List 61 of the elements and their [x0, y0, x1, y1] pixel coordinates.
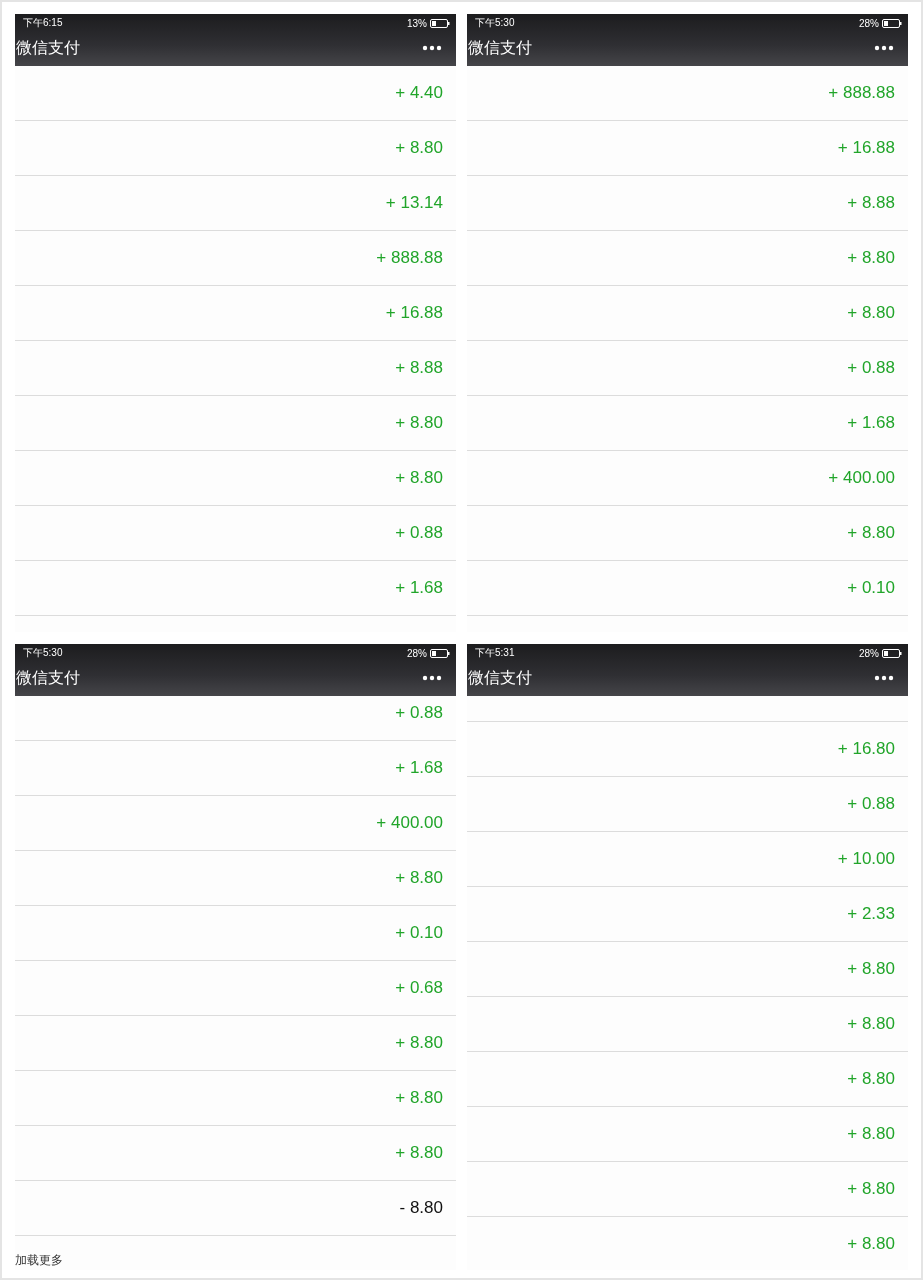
more-icon[interactable]	[874, 675, 894, 681]
more-icon[interactable]	[422, 675, 442, 681]
transaction-amount: + 8.80	[847, 959, 895, 979]
load-more-link[interactable]: 加载更多	[15, 1253, 63, 1267]
transaction-amount: + 400.00	[376, 813, 443, 833]
transaction-amount: + 0.10	[847, 578, 895, 598]
transaction-amount: + 400.00	[828, 468, 895, 488]
page-title: 微信支付	[468, 667, 532, 688]
transaction-amount: + 8.80	[395, 868, 443, 888]
transaction-amount: + 16.88	[837, 138, 895, 158]
transaction-amount: + 16.88	[385, 303, 443, 323]
transaction-amount: + 8.80	[847, 523, 895, 543]
battery-icon	[882, 18, 902, 28]
transaction-amount: + 13.14	[385, 193, 443, 213]
page-title: 微信支付	[16, 667, 80, 688]
page-title: 微信支付	[16, 37, 80, 58]
transaction-amount: + 1.68	[847, 413, 895, 433]
transaction-amount: + 8.88	[847, 193, 895, 213]
transaction-amount: + 1.68	[395, 578, 443, 598]
transaction-amount: + 8.80	[847, 303, 895, 323]
battery-icon	[430, 18, 450, 28]
status-time: 下午6:15	[23, 16, 63, 30]
status-time: 下午5:30	[23, 646, 63, 660]
transaction-amount: + 8.80	[847, 1234, 895, 1254]
transaction-amount: + 0.88	[847, 358, 895, 378]
transaction-amount: + 888.88	[828, 83, 895, 103]
more-icon[interactable]	[874, 45, 894, 51]
transaction-amount: + 16.80	[837, 739, 895, 759]
battery-icon	[430, 648, 450, 658]
transaction-amount: + 8.80	[395, 138, 443, 158]
battery-percent: 13%	[407, 17, 427, 29]
battery-percent: 28%	[407, 647, 427, 659]
more-icon[interactable]	[422, 45, 442, 51]
transaction-amount: + 8.80	[847, 248, 895, 268]
page-title: 微信支付	[468, 37, 532, 58]
transaction-amount: + 2.33	[847, 904, 895, 924]
battery-percent: 28%	[859, 17, 879, 29]
transaction-amount: + 8.80	[395, 1033, 443, 1053]
transaction-amount: + 8.80	[395, 1088, 443, 1108]
status-time: 下午5:31	[475, 646, 515, 660]
transaction-amount: + 8.80	[395, 413, 443, 433]
transaction-amount: - 8.80	[399, 1198, 443, 1218]
battery-icon	[882, 648, 902, 658]
transaction-amount: + 0.68	[395, 978, 443, 998]
transaction-amount: + 8.80	[847, 1014, 895, 1034]
transaction-amount: + 1.68	[395, 758, 443, 778]
transaction-amount: + 8.88	[395, 358, 443, 378]
transaction-amount: + 8.80	[847, 1124, 895, 1144]
transaction-amount: + 8.80	[847, 1179, 895, 1199]
transaction-amount: + 888.88	[376, 248, 443, 268]
status-time: 下午5:30	[475, 16, 515, 30]
transaction-amount: + 8.80	[395, 468, 443, 488]
transaction-amount: + 8.80	[395, 1143, 443, 1163]
transaction-amount: + 4.40	[395, 83, 443, 103]
transaction-amount: + 10.00	[837, 849, 895, 869]
transaction-amount: + 0.10	[395, 923, 443, 943]
transaction-amount: + 0.88	[395, 703, 443, 723]
transaction-amount: + 8.80	[847, 1069, 895, 1089]
transaction-amount: + 0.88	[847, 794, 895, 814]
battery-percent: 28%	[859, 647, 879, 659]
transaction-amount: + 0.88	[395, 523, 443, 543]
